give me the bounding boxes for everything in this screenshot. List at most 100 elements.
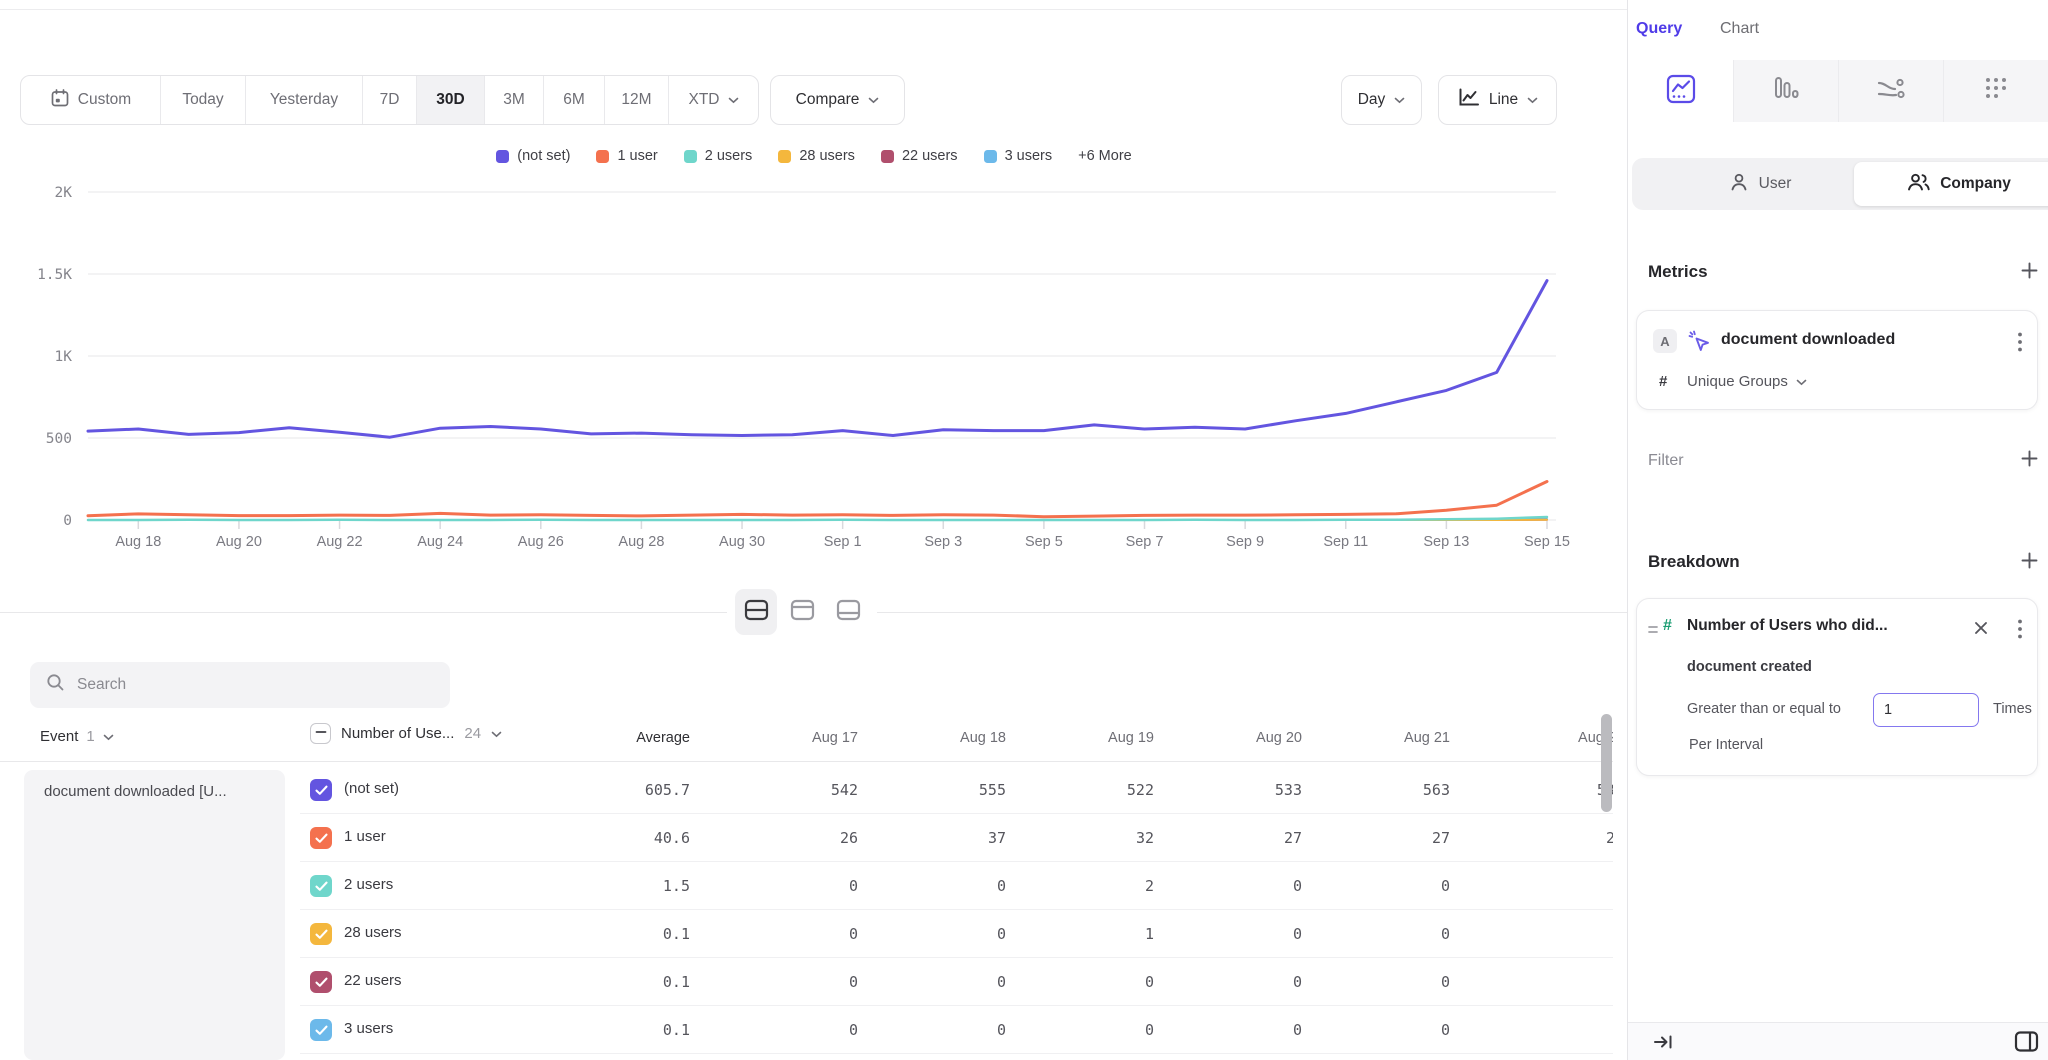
row-date-value: 26 [718, 829, 858, 847]
x-axis-tick-label: Sep 1 [824, 534, 862, 550]
query-panel: Query Chart User Company Metrics A docum… [1628, 0, 2048, 1060]
add-metric-button[interactable] [2018, 262, 2040, 284]
date-column-header: Aug 17 [718, 730, 858, 746]
tab-query-label: Query [1636, 20, 1682, 37]
line-chart[interactable]: 05001K1.5K2KAug 18Aug 20Aug 22Aug 24Aug … [0, 140, 1628, 610]
row-date-value: 0 [718, 1021, 858, 1039]
chevron-down-icon [103, 728, 114, 745]
x-axis-tick-label: Sep 13 [1423, 534, 1469, 550]
x-axis-tick-label: Sep 15 [1524, 534, 1570, 550]
interval-button[interactable]: Day [1341, 75, 1422, 125]
tab-query[interactable]: Query [1636, 20, 1682, 38]
split-panel-icon[interactable] [2014, 1030, 2039, 1058]
row-label: 3 users [344, 1020, 393, 1037]
close-icon[interactable] [1973, 620, 1989, 641]
chevron-down-icon [868, 91, 879, 109]
row-checkbox[interactable] [310, 827, 332, 849]
row-date-value: 542 [718, 781, 858, 799]
tab-chart[interactable]: Chart [1720, 20, 1759, 38]
audience-company[interactable]: Company [1854, 162, 2048, 206]
select-all-checkbox[interactable] [310, 723, 331, 744]
group-column-header[interactable]: Number of Use... 24 [310, 723, 502, 744]
row-date-value: 0 [866, 1021, 1006, 1039]
date-column-header: Aug 21 [1310, 730, 1450, 746]
series-line-1-user [88, 482, 1547, 517]
row-checkbox[interactable] [310, 923, 332, 945]
breakdown-per-interval-label: Per Interval [1689, 737, 1763, 753]
add-filter-button[interactable] [2018, 450, 2040, 472]
range-button-today[interactable]: Today [161, 76, 246, 124]
row-checkbox[interactable] [310, 971, 332, 993]
row-date-value: 1 [1014, 925, 1154, 943]
chart-type-button[interactable]: Line [1438, 75, 1557, 125]
table-row[interactable]: (not set)605.7542555522533563534 [0, 766, 1613, 814]
audience-toggle: User Company [1632, 158, 2048, 210]
plus-icon [2020, 551, 2039, 575]
metric-badge: A [1653, 329, 1677, 353]
range-label: 30D [436, 91, 464, 109]
chevron-down-icon [728, 91, 739, 109]
filter-title: Filter [1648, 452, 1684, 470]
table-row[interactable]: 3 users0.1000000 [0, 1006, 1613, 1054]
x-axis-tick-label: Aug 22 [317, 534, 363, 550]
chart-type-tile-scatter-chart[interactable] [1943, 60, 2048, 122]
metric-menu-icon[interactable] [2017, 331, 2023, 358]
range-button-yesterday[interactable]: Yesterday [246, 76, 363, 124]
layout-button-table-only-view[interactable] [827, 589, 869, 635]
layout-button-chart-only-view[interactable] [781, 589, 823, 635]
analytics-app: CustomTodayYesterday7D 30D 3M 6M 12MXTD Comp… [0, 0, 2048, 1060]
breakdown-menu-icon[interactable] [2017, 618, 2023, 645]
row-date-value: 0 [718, 973, 858, 991]
breakdown-unit-label: Times [1993, 701, 2032, 717]
chart-type-tile-flow-chart[interactable] [1838, 60, 1943, 122]
flow-chart-icon [1876, 76, 1906, 107]
audience-company-label: Company [1940, 175, 2011, 193]
table-row[interactable]: 22 users0.1000000 [0, 958, 1613, 1006]
bar-chart-icon [1772, 75, 1800, 108]
breakdown-value-input[interactable] [1873, 693, 1979, 727]
table-row[interactable]: 28 users0.1001000 [0, 910, 1613, 958]
row-checkbox[interactable] [310, 779, 332, 801]
event-column-header[interactable]: Event 1 [40, 728, 114, 745]
add-breakdown-button[interactable] [2018, 552, 2040, 574]
compare-button[interactable]: Compare [770, 75, 905, 125]
row-date-value: 0 [1484, 1021, 1613, 1039]
range-label: 6M [563, 91, 585, 109]
chevron-down-icon [491, 725, 502, 742]
measure-selector[interactable]: Unique Groups [1687, 373, 1807, 390]
plus-icon [2020, 449, 2039, 473]
breakdown-card[interactable]: # Number of Users who did... document cr… [1636, 598, 2038, 776]
table-row[interactable]: 2 users1.5002002 [0, 862, 1613, 910]
row-checkbox[interactable] [310, 875, 332, 897]
x-axis-tick-label: Sep 9 [1226, 534, 1264, 550]
range-button-custom[interactable]: Custom [21, 76, 161, 124]
metric-card[interactable]: A document downloaded # Unique Groups [1636, 310, 2038, 410]
collapse-panel-icon[interactable] [1652, 1032, 1674, 1057]
search-input[interactable] [77, 676, 417, 694]
range-button-3m[interactable]: 3M [485, 76, 544, 124]
line-chart-icon [1457, 87, 1480, 113]
row-checkbox[interactable] [310, 1019, 332, 1041]
range-button-30d[interactable]: 30D [417, 76, 485, 124]
table-row[interactable]: 1 user40.6263732272725 [0, 814, 1613, 862]
range-button-12m[interactable]: 12M [605, 76, 669, 124]
x-axis-tick-label: Aug 20 [216, 534, 262, 550]
y-axis-tick-label: 1.5K [37, 267, 72, 283]
event-click-icon [1687, 329, 1712, 359]
row-date-value: 0 [866, 925, 1006, 943]
row-date-value: 0 [1014, 973, 1154, 991]
range-button-7d[interactable]: 7D [363, 76, 417, 124]
group-header-label: Number of Use... [341, 725, 454, 742]
chevron-down-icon [1796, 373, 1807, 390]
layout-button-split-view[interactable] [735, 589, 777, 635]
range-button-xtd[interactable]: XTD [669, 76, 758, 124]
chart-type-tile-line-chart[interactable] [1628, 60, 1733, 122]
audience-user[interactable]: User [1672, 158, 1848, 210]
row-date-value: 0 [1310, 877, 1450, 895]
vertical-scrollbar-thumb[interactable] [1601, 714, 1612, 812]
row-date-value: 0 [1014, 1021, 1154, 1039]
chart-type-tile-bar-chart[interactable] [1733, 60, 1838, 122]
range-button-6m[interactable]: 6M [544, 76, 605, 124]
interval-label: Day [1358, 91, 1386, 109]
drag-handle-icon[interactable] [1647, 623, 1659, 642]
